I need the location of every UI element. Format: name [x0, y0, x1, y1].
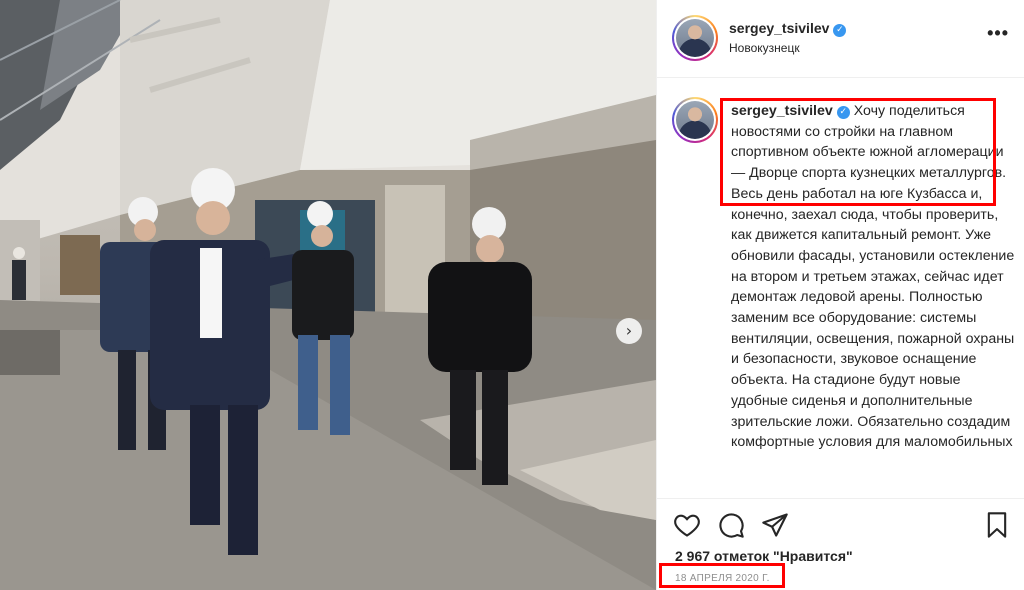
post-date[interactable]: 18 АПРЕЛЯ 2020 Г. [675, 573, 770, 584]
username-link[interactable]: sergey_tsivilev ✓ [729, 20, 847, 37]
share-icon[interactable] [761, 511, 789, 539]
chevron-right-icon: › [625, 321, 633, 340]
more-options-icon[interactable]: ••• [987, 24, 1009, 42]
verified-badge-icon: ✓ [836, 106, 850, 119]
username-text: sergey_tsivilev [729, 20, 830, 36]
photo-scene [0, 0, 656, 590]
carousel-next-button[interactable]: › [616, 318, 642, 344]
post-caption: sergey_tsivilev ✓ Хочу поделиться новостя… [731, 101, 1015, 493]
caption-avatar[interactable] [672, 97, 718, 143]
comment-icon[interactable] [717, 511, 745, 539]
post-sidebar: sergey_tsivilev ✓ Новокузнецк ••• sergey_… [656, 0, 1024, 590]
bookmark-icon[interactable] [983, 511, 1011, 539]
post-photo[interactable]: › [0, 0, 656, 590]
verified-badge-icon: ✓ [833, 24, 847, 37]
action-bar [657, 498, 1024, 548]
caption-username[interactable]: sergey_tsivilev [731, 103, 833, 119]
likes-count[interactable]: 2 967 отметок "Нравится" [675, 548, 853, 564]
caption-text: Хочу поделиться новостями со стройки на … [731, 103, 1015, 451]
avatar[interactable] [672, 15, 718, 61]
post-header: sergey_tsivilev ✓ Новокузнецк ••• [657, 0, 1024, 78]
location-link[interactable]: Новокузнецк [729, 41, 800, 55]
heart-icon[interactable] [673, 511, 701, 539]
